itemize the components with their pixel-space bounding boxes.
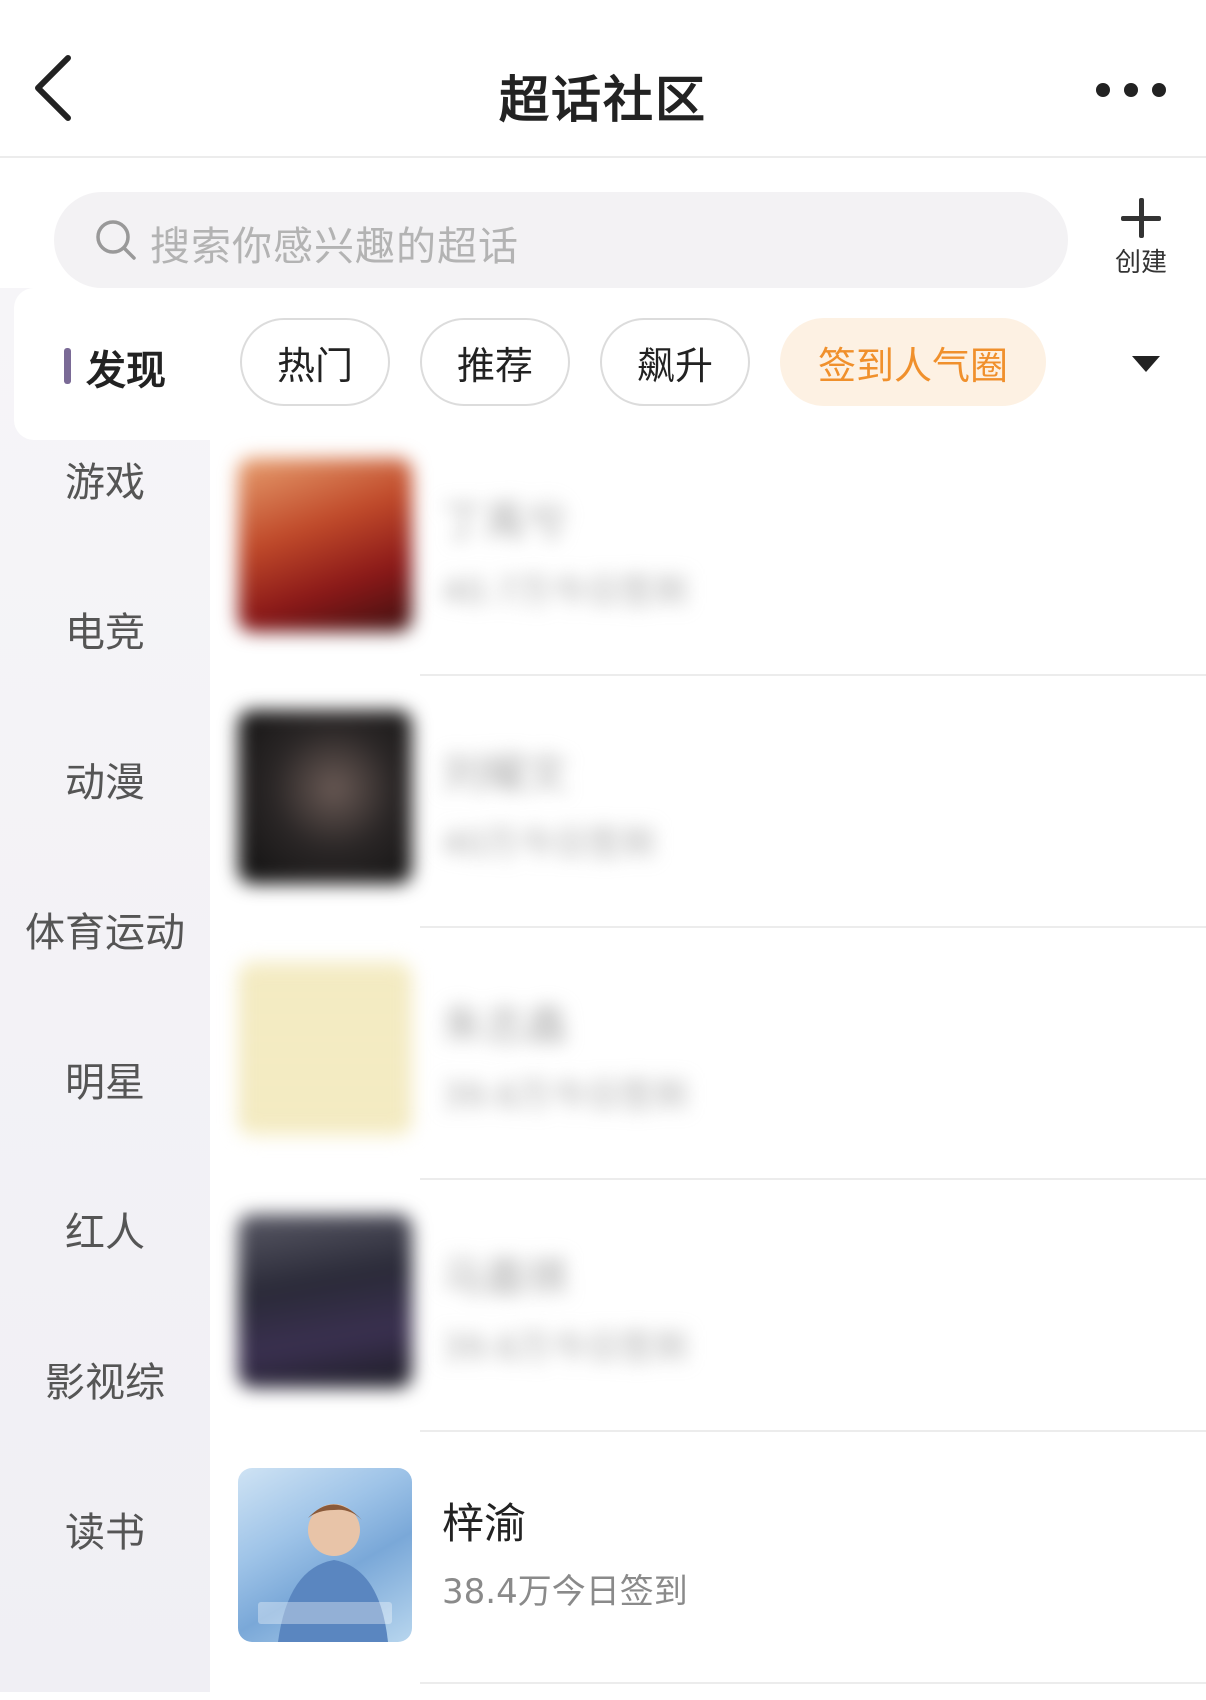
sidebar-item-esports[interactable]: 电竞 — [0, 600, 210, 658]
sidebar-item-influencers[interactable]: 红人 — [0, 1200, 210, 1258]
page-title: 超话社区 — [499, 71, 707, 129]
topic-name: 刘耀文 — [442, 749, 569, 798]
top-nav-bar: 超话社区 — [0, 0, 1206, 158]
topic-name: 丁禹兮 — [442, 497, 569, 546]
search-input[interactable]: 搜索你感兴趣的超话 — [54, 192, 1068, 288]
plus-icon — [1121, 198, 1161, 238]
checkin-count: 40万今日签到 — [442, 824, 656, 864]
row-divider — [420, 1178, 1206, 1180]
sidebar-item-reading[interactable]: 读书 — [0, 1500, 210, 1558]
sidebar-item-label: 发现 — [86, 348, 166, 394]
topic-name: 马嘉祺 — [442, 1253, 569, 1302]
topic-avatar — [238, 710, 412, 884]
tabs-dropdown-button[interactable] — [1086, 318, 1206, 406]
sidebar-item-games[interactable]: 游戏 — [0, 450, 210, 508]
checkin-count: 39.6万今日签到 — [442, 1076, 688, 1116]
sidebar-item-stars[interactable]: 明星 — [0, 1050, 210, 1108]
row-divider — [420, 1682, 1206, 1684]
topic-avatar — [238, 1468, 412, 1642]
topic-avatar — [238, 962, 412, 1136]
tab-hot[interactable]: 热门 — [240, 318, 390, 406]
caret-down-icon — [1132, 356, 1160, 372]
more-options-button[interactable] — [1096, 72, 1166, 108]
topic-name: 朱志鑫 — [442, 1001, 569, 1050]
more-dot-icon — [1124, 83, 1138, 97]
topic-avatar — [238, 1214, 412, 1388]
tab-checkin-popularity[interactable]: 签到人气圈 — [780, 318, 1046, 406]
checkin-count: 39.6万今日签到 — [442, 1328, 688, 1368]
topic-name: 梓渝 — [442, 1499, 527, 1548]
create-label: 创建 — [1114, 248, 1167, 278]
row-divider — [420, 674, 1206, 676]
checkin-count: 40.7万今日签到 — [442, 572, 688, 612]
album-cover-image — [258, 1504, 392, 1642]
search-row: 搜索你感兴趣的超话 创建 — [0, 158, 1206, 288]
sidebar-item-discover[interactable]: 发现 — [14, 288, 210, 440]
filter-tabs: 热门 推荐 飙升 签到人气圈 — [210, 318, 1206, 410]
row-divider — [420, 1430, 1206, 1432]
search-placeholder: 搜索你感兴趣的超话 — [150, 224, 519, 270]
list-item[interactable]: 刘耀文 40万今日签到 — [210, 692, 1206, 942]
list-item[interactable]: 丁禹兮 40.7万今日签到 — [210, 440, 1206, 690]
sidebar-item-anime[interactable]: 动漫 — [0, 750, 210, 808]
row-divider — [420, 926, 1206, 928]
create-button[interactable]: 创建 — [1108, 198, 1174, 278]
list-item[interactable]: 马嘉祺 39.6万今日签到 — [210, 1196, 1206, 1446]
search-icon — [96, 220, 136, 260]
active-indicator — [64, 348, 71, 384]
more-dot-icon — [1152, 83, 1166, 97]
sidebar-item-sports[interactable]: 体育运动 — [0, 900, 210, 958]
topic-avatar — [238, 458, 412, 632]
tab-recommended[interactable]: 推荐 — [420, 318, 570, 406]
list-item[interactable]: 梓渝 38.4万今日签到 — [210, 1450, 1206, 1700]
list-item[interactable]: 朱志鑫 39.6万今日签到 — [210, 944, 1206, 1194]
checkin-count: 38.4万今日签到 — [442, 1572, 688, 1612]
sidebar-item-film-tv[interactable]: 影视综 — [0, 1350, 210, 1408]
category-sidebar: 发现 游戏 电竞 动漫 体育运动 明星 红人 影视综 读书 — [0, 288, 210, 1692]
tab-rising[interactable]: 飙升 — [600, 318, 750, 406]
more-dot-icon — [1096, 83, 1110, 97]
